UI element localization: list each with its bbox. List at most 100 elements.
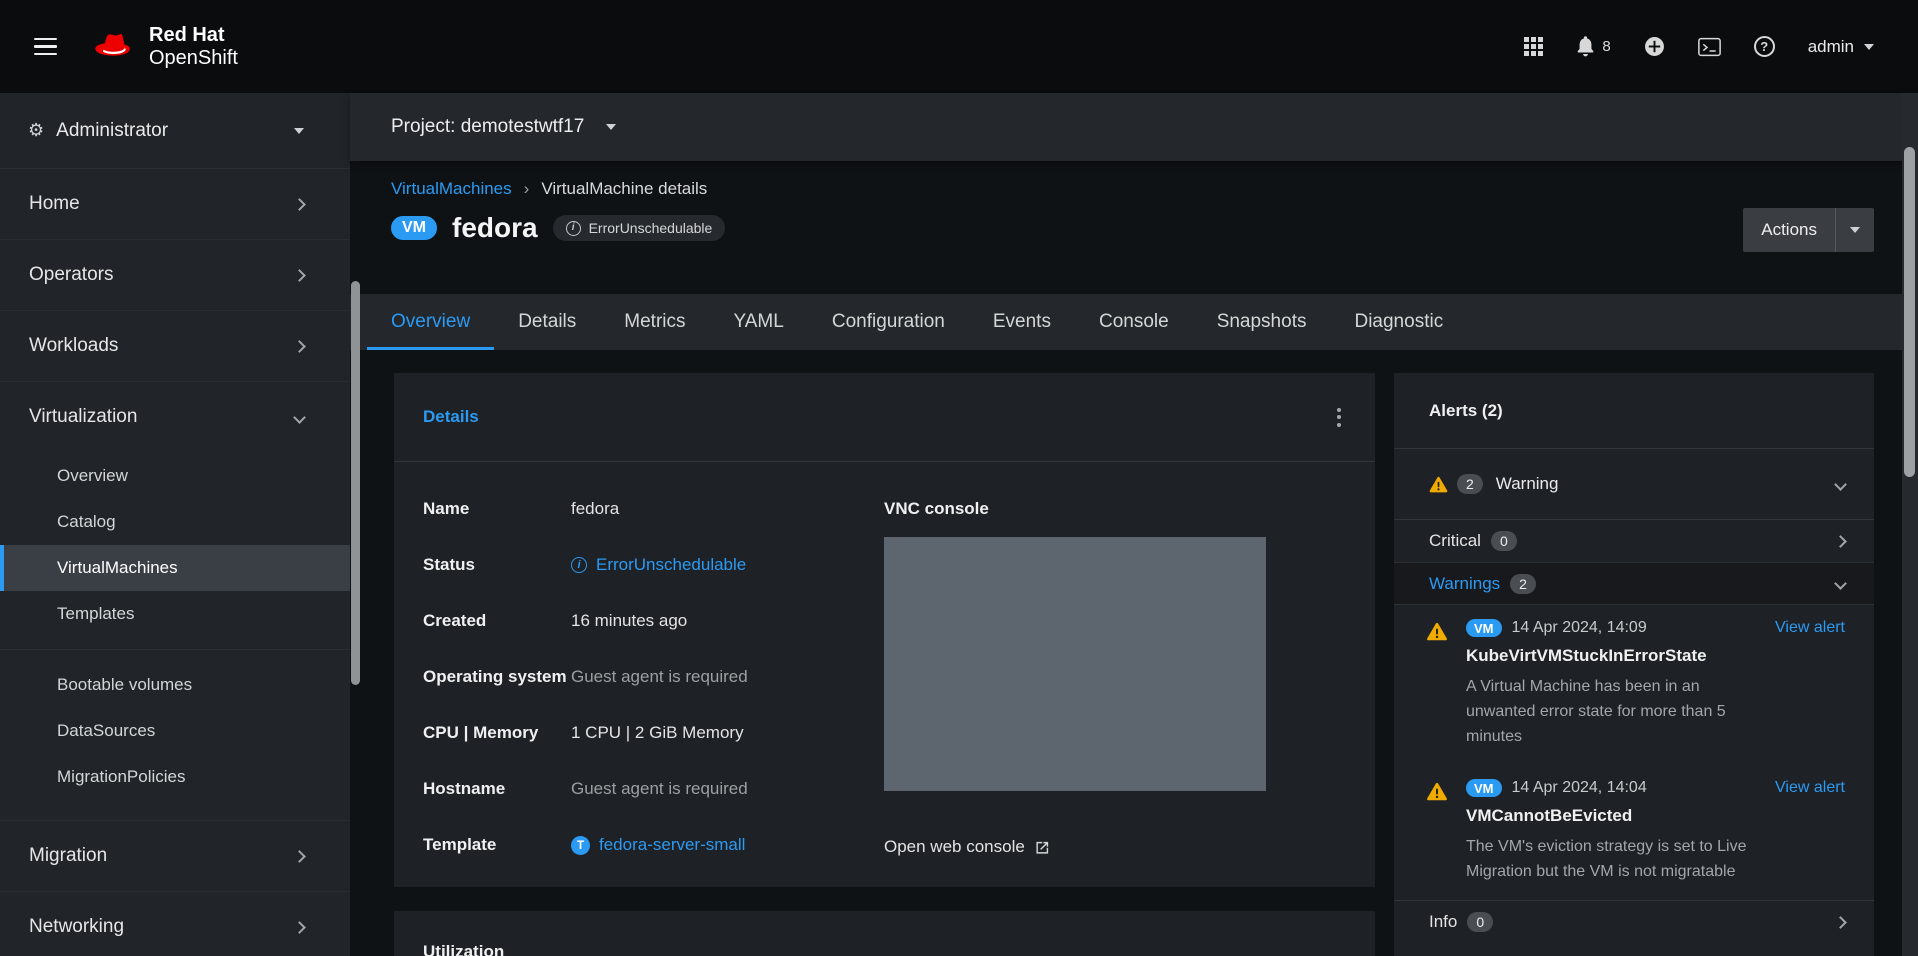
tab-overview[interactable]: Overview	[367, 294, 494, 350]
hamburger-bar	[34, 38, 57, 41]
sidebar-item-virtualmachines[interactable]: VirtualMachines	[0, 545, 350, 591]
nav-group-operators: Operators	[0, 240, 350, 311]
sidebar-item-operators[interactable]: Operators	[0, 240, 350, 310]
alerts-group-critical[interactable]: Critical 0	[1394, 520, 1874, 563]
alerts-card: Alerts (2) 2 Warning	[1394, 373, 1874, 956]
sidebar-scrollbar-thumb[interactable]	[351, 281, 360, 685]
status-link-text: ErrorUnschedulable	[596, 555, 746, 575]
group-count-badge: 0	[1491, 531, 1517, 551]
alert-items: VM 14 Apr 2024, 14:09 View alert KubeVir…	[1394, 605, 1874, 900]
sidebar-item-home[interactable]: Home	[0, 169, 350, 239]
actions-dropdown-button[interactable]: Actions	[1743, 208, 1874, 252]
project-selector[interactable]: Project: demotestwtf17	[391, 116, 616, 138]
field-status: Status ErrorUnschedulable	[423, 537, 853, 593]
kebab-menu-icon[interactable]	[1332, 403, 1346, 432]
status-link[interactable]: ErrorUnschedulable	[571, 555, 746, 575]
tab-metrics[interactable]: Metrics	[600, 294, 709, 350]
alerts-group-warnings[interactable]: Warnings 2	[1394, 563, 1874, 605]
tab-events[interactable]: Events	[969, 294, 1075, 350]
grid-icon	[1524, 37, 1543, 56]
view-alert-link[interactable]: View alert	[1775, 779, 1845, 797]
import-button[interactable]	[1644, 36, 1665, 57]
field-value: Guest agent is required	[571, 779, 748, 799]
perspective-label: Administrator	[56, 120, 168, 142]
details-body: Name fedora Status ErrorUnschedulable	[394, 462, 1375, 887]
open-web-console-link[interactable]: Open web console	[884, 837, 1050, 857]
overview-content: Details Name fedora Status	[350, 350, 1918, 956]
tab-bar: Overview Details Metrics YAML Configurat…	[350, 294, 1918, 350]
field-value: Guest agent is required	[571, 667, 748, 687]
tab-details[interactable]: Details	[494, 294, 600, 350]
chevron-right-icon	[293, 850, 306, 863]
alert-description: The VM's eviction strategy is set to Liv…	[1466, 834, 1771, 884]
tab-yaml[interactable]: YAML	[710, 294, 808, 350]
field-label: Template	[423, 835, 571, 855]
template-link[interactable]: fedora-server-small	[571, 835, 745, 855]
page-scrollbar-thumb[interactable]	[1904, 147, 1915, 477]
nav-toggle-button[interactable]	[28, 32, 63, 62]
alerts-group-info[interactable]: Info 0	[1394, 900, 1874, 943]
nav-group-networking: Networking	[0, 892, 350, 956]
sidebar-item-bootable-volumes[interactable]: Bootable volumes	[0, 662, 350, 708]
details-title-link[interactable]: Details	[423, 407, 479, 427]
group-label: Critical	[1429, 531, 1481, 551]
help-button[interactable]: ?	[1754, 36, 1775, 57]
caret-wrap	[1836, 227, 1874, 233]
sidebar-item-workloads[interactable]: Workloads	[0, 311, 350, 381]
external-link-icon	[1035, 840, 1050, 855]
vm-kind-badge: VM	[1466, 779, 1502, 797]
vnc-console-preview	[884, 537, 1266, 791]
alerts-summary-toggle[interactable]: 2 Warning	[1394, 449, 1874, 520]
alert-item: VM 14 Apr 2024, 14:09 View alert KubeVir…	[1394, 605, 1874, 765]
perspective-switcher[interactable]: ⚙ Administrator	[0, 93, 350, 169]
warning-count-badge: 2	[1457, 474, 1483, 494]
nav-group-migration: Migration	[0, 821, 350, 892]
info-icon	[571, 557, 587, 573]
field-label: Created	[423, 611, 571, 631]
sidebar-item-migration[interactable]: Migration	[0, 821, 350, 891]
alerts-title: Alerts (2)	[1429, 401, 1503, 421]
sidebar-item-migrationpolicies[interactable]: MigrationPolicies	[0, 754, 350, 800]
app-launcher-button[interactable]	[1524, 37, 1543, 56]
group-count-badge: 0	[1467, 912, 1493, 932]
chevron-right-icon	[1834, 535, 1847, 548]
sidebar-item-virtualization[interactable]: Virtualization	[0, 382, 350, 452]
tab-snapshots[interactable]: Snapshots	[1193, 294, 1331, 350]
subnav-label: MigrationPolicies	[57, 767, 186, 787]
warning-triangle-icon	[1429, 476, 1448, 493]
cli-terminal-button[interactable]	[1698, 37, 1721, 57]
details-fields: Name fedora Status ErrorUnschedulable	[423, 481, 853, 887]
tab-diagnostic[interactable]: Diagnostic	[1330, 294, 1467, 350]
breadcrumb-current: VirtualMachine details	[541, 179, 707, 199]
view-alert-link[interactable]: View alert	[1775, 619, 1845, 637]
sidebar-item-datasources[interactable]: DataSources	[0, 708, 350, 754]
chevron-right-icon	[1834, 916, 1847, 929]
tab-configuration[interactable]: Configuration	[808, 294, 969, 350]
vnc-console-label: VNC console	[884, 481, 1346, 537]
nav-label: Home	[29, 193, 80, 215]
tab-console[interactable]: Console	[1075, 294, 1193, 350]
nav-label: Virtualization	[29, 406, 137, 428]
sidebar-item-networking[interactable]: Networking	[0, 892, 350, 956]
details-card: Details Name fedora Status	[394, 373, 1375, 887]
alert-name: VMCannotBeEvicted	[1466, 806, 1845, 826]
sidebar-item-overview[interactable]: Overview	[0, 453, 350, 499]
sidebar-item-templates[interactable]: Templates	[0, 591, 350, 637]
warning-triangle-icon	[1426, 782, 1448, 801]
brand-line1: Red Hat	[149, 24, 238, 47]
alert-meta: VM 14 Apr 2024, 14:09 View alert	[1466, 619, 1845, 637]
sidebar: ⚙ Administrator Home Operators	[0, 93, 350, 956]
subnav-label: Templates	[57, 604, 134, 624]
subnav-label: DataSources	[57, 721, 155, 741]
notifications-button[interactable]: 8	[1576, 36, 1610, 57]
breadcrumb-link-virtualmachines[interactable]: VirtualMachines	[391, 179, 512, 199]
alert-description: A Virtual Machine has been in an unwante…	[1466, 674, 1771, 749]
nav-group-home: Home	[0, 169, 350, 240]
user-menu[interactable]: admin	[1808, 37, 1874, 57]
vm-kind-badge: VM	[1466, 619, 1502, 637]
vnc-column: VNC console Open web console	[884, 481, 1346, 887]
bell-icon	[1576, 36, 1595, 57]
chevron-down-icon	[1834, 577, 1847, 590]
sidebar-item-catalog[interactable]: Catalog	[0, 499, 350, 545]
page-scrollbar[interactable]	[1902, 93, 1918, 956]
